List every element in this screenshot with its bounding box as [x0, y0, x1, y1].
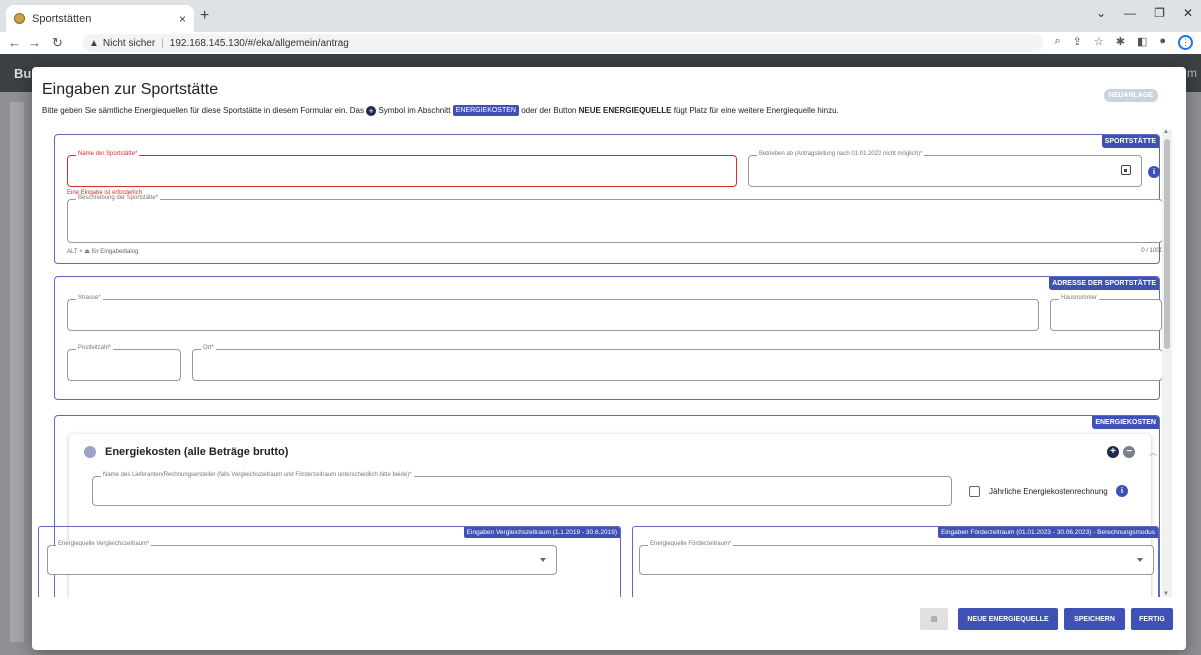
step-number-badge: [84, 446, 96, 458]
beschreibung-label: Beschreibung der Sportstätte*: [76, 195, 161, 201]
collapse-chevron-icon[interactable]: ︿: [1149, 447, 1157, 458]
dropdown-arrow-icon[interactable]: [1137, 558, 1143, 562]
new-tab-button[interactable]: +: [200, 7, 209, 25]
section-chip-energiekosten: ENERGIEKOSTEN: [1092, 416, 1159, 429]
desc-text-1: Bitte geben Sie sämtliche Energiequellen…: [42, 106, 364, 115]
energiequelle-vergleich-label: Energiequelle Vergleichszeitraum*: [56, 541, 152, 547]
browser-tab[interactable]: Sportstätten ×: [6, 5, 194, 32]
ort-label: Ort*: [201, 345, 216, 351]
site-favicon-icon: [14, 13, 25, 24]
foerderzeitraum-section: Eingaben Förderzeitraum (01.01.2023 - 30…: [632, 526, 1159, 597]
add-energiequelle-icon[interactable]: +: [1107, 446, 1119, 458]
strasse-label: Strasse*: [76, 295, 103, 301]
section-sportstaette: SPORTSTÄTTE Name der Sportstätte* Eine E…: [54, 134, 1163, 264]
forward-icon[interactable]: →: [28, 35, 41, 50]
name-sportstaette-input[interactable]: Name der Sportstätte*: [67, 151, 737, 187]
browser-toolbar: ← → ↻ ▲ Nicht sicher | 192.168.145.130/#…: [0, 32, 1201, 54]
betrieben-ab-label: Betrieben ab (Antragstellung nach 01.01.…: [757, 151, 925, 157]
scrollbar-thumb[interactable]: [1164, 139, 1170, 349]
tab-title: Sportstätten: [32, 12, 92, 25]
backdrop-sidebar: [10, 102, 24, 642]
jaehrlich-label: Jährliche Energiekostenrechnung: [989, 487, 1108, 496]
beschreibung-counter: 0 / 1000: [1141, 248, 1163, 254]
ort-input[interactable]: Ort*: [192, 345, 1163, 381]
energiequelle-vergleich-select[interactable]: Energiequelle Vergleichszeitraum*: [47, 541, 557, 575]
lieferant-label: Name des Lieferanten/Rechnungsersteller …: [101, 472, 414, 478]
app-brand: Bu: [14, 66, 32, 81]
status-badge: NEUANLAGE: [1103, 89, 1158, 102]
toolbar-actions: ⌕ ⇪ ☆ ✱ ◧ ● ⋮: [1054, 35, 1193, 50]
scroll-down-icon[interactable]: ▼: [1163, 591, 1169, 597]
window-controls: ⌄ — ❐ ✕: [1096, 6, 1193, 20]
energiequelle-foerder-label: Energiequelle Förderzeitraum*: [648, 541, 734, 547]
jaehrlich-checkbox[interactable]: [969, 486, 980, 497]
calendar-icon[interactable]: [1121, 165, 1131, 175]
name-sportstaette-label: Name der Sportstätte*: [76, 151, 140, 157]
section-energiekosten: ENERGIEKOSTEN Energiekosten (alle Beträg…: [38, 415, 1160, 597]
tab-search-icon[interactable]: ⌄: [1096, 6, 1106, 20]
fertig-button[interactable]: FERTIG: [1131, 608, 1173, 630]
scroll-up-icon[interactable]: ▲: [1163, 129, 1169, 135]
zoom-icon[interactable]: ⌕: [1054, 35, 1060, 50]
section-chip-adresse: ADRESSE DER SPORTSTÄTTE: [1049, 277, 1159, 290]
betrieben-ab-input[interactable]: Betrieben ab (Antragstellung nach 01.01.…: [748, 151, 1142, 187]
hausnummer-input[interactable]: Hausnummer: [1050, 295, 1162, 331]
plus-circle-icon: +: [366, 106, 377, 116]
browser-tabbar: Sportstätten × + ⌄ — ❐ ✕: [0, 0, 1201, 32]
hausnummer-label: Hausnummer: [1059, 295, 1100, 301]
star-icon[interactable]: ☆: [1094, 35, 1104, 50]
dialog-description: Bitte geben Sie sämtliche Energiequellen…: [42, 105, 839, 116]
close-window-icon[interactable]: ✕: [1183, 6, 1193, 20]
energiekosten-panel-title: Energiekosten (alle Beträge brutto): [105, 446, 289, 458]
url-text: 192.168.145.130/#/eka/allgemein/antrag: [169, 37, 349, 49]
foerderzeitraum-chip: Eingaben Förderzeitraum (01.01.2023 - 30…: [938, 527, 1158, 538]
jaehrlich-info-icon[interactable]: i: [1116, 485, 1128, 497]
desc-energiekosten-chip: ENERGIEKOSTEN: [452, 105, 519, 116]
vergleichszeitraum-section: Eingaben Vergleichszeitraum (1.1.2019 - …: [38, 526, 621, 597]
speichern-button[interactable]: SPEICHERN: [1064, 608, 1125, 630]
share-icon[interactable]: ⇪: [1073, 35, 1082, 50]
dropdown-arrow-icon[interactable]: [540, 558, 546, 562]
minimize-icon[interactable]: —: [1124, 6, 1136, 20]
section-adresse: ADRESSE DER SPORTSTÄTTE Strasse* Hausnum…: [54, 276, 1163, 400]
vergleichszeitraum-chip: Eingaben Vergleichszeitraum (1.1.2019 - …: [463, 527, 620, 538]
lieferant-input[interactable]: Name des Lieferanten/Rechnungsersteller …: [92, 472, 952, 506]
sidepanel-icon[interactable]: ◧: [1137, 35, 1147, 50]
header-user: m: [1187, 66, 1197, 80]
remove-energiequelle-icon[interactable]: −: [1123, 446, 1135, 458]
profile-icon[interactable]: ●: [1159, 35, 1166, 50]
dialog-scrollbar[interactable]: ▲ ▼: [1162, 129, 1172, 597]
dialog-title: Eingaben zur Sportstätte: [42, 81, 219, 98]
beschreibung-textarea[interactable]: Beschreibung der Sportstätte*: [67, 195, 1163, 243]
dialog-scroll-area: SPORTSTÄTTE Name der Sportstätte* Eine E…: [32, 127, 1186, 597]
maximize-icon[interactable]: ❐: [1154, 6, 1165, 20]
reload-icon[interactable]: ↻: [52, 35, 63, 51]
security-warning[interactable]: Nicht sicher: [103, 38, 155, 49]
tab-close-icon[interactable]: ×: [179, 12, 186, 26]
menu-icon[interactable]: ⋮: [1178, 35, 1193, 50]
beschreibung-hint: ALT + ⏏ für Eingabedialog: [67, 249, 139, 255]
postleitzahl-label: Postleitzahl*: [76, 345, 114, 351]
back-icon[interactable]: ←: [8, 35, 21, 50]
desc-text-2: Symbol im Abschnitt: [378, 106, 451, 115]
desc-text-4: fügt Platz für eine weitere Energiequell…: [673, 106, 839, 115]
neue-energiequelle-button[interactable]: NEUE ENERGIEQUELLE: [958, 608, 1058, 630]
info-icon[interactable]: i: [1148, 166, 1160, 178]
section-chip-sportstaette: SPORTSTÄTTE: [1101, 135, 1159, 148]
desc-bold-text: NEUE ENERGIEQUELLE: [578, 106, 672, 115]
energiequelle-foerder-select[interactable]: Energiequelle Förderzeitraum*: [639, 541, 1154, 575]
energiekosten-panel: Energiekosten (alle Beträge brutto) + − …: [38, 434, 1159, 597]
extensions-icon[interactable]: ✱: [1116, 35, 1125, 50]
warning-icon[interactable]: ▲: [89, 38, 99, 49]
postleitzahl-input[interactable]: Postleitzahl*: [67, 345, 181, 381]
url-separator: |: [161, 37, 164, 49]
strasse-input[interactable]: Strasse*: [67, 295, 1039, 331]
document-icon: ▤: [930, 616, 938, 623]
pdf-button[interactable]: ▤: [920, 608, 948, 630]
desc-text-3: oder der Button: [521, 106, 577, 115]
url-input[interactable]: ▲ Nicht sicher | 192.168.145.130/#/eka/a…: [83, 34, 1043, 52]
sportstaette-dialog: Eingaben zur Sportstätte Bitte geben Sie…: [32, 67, 1186, 650]
